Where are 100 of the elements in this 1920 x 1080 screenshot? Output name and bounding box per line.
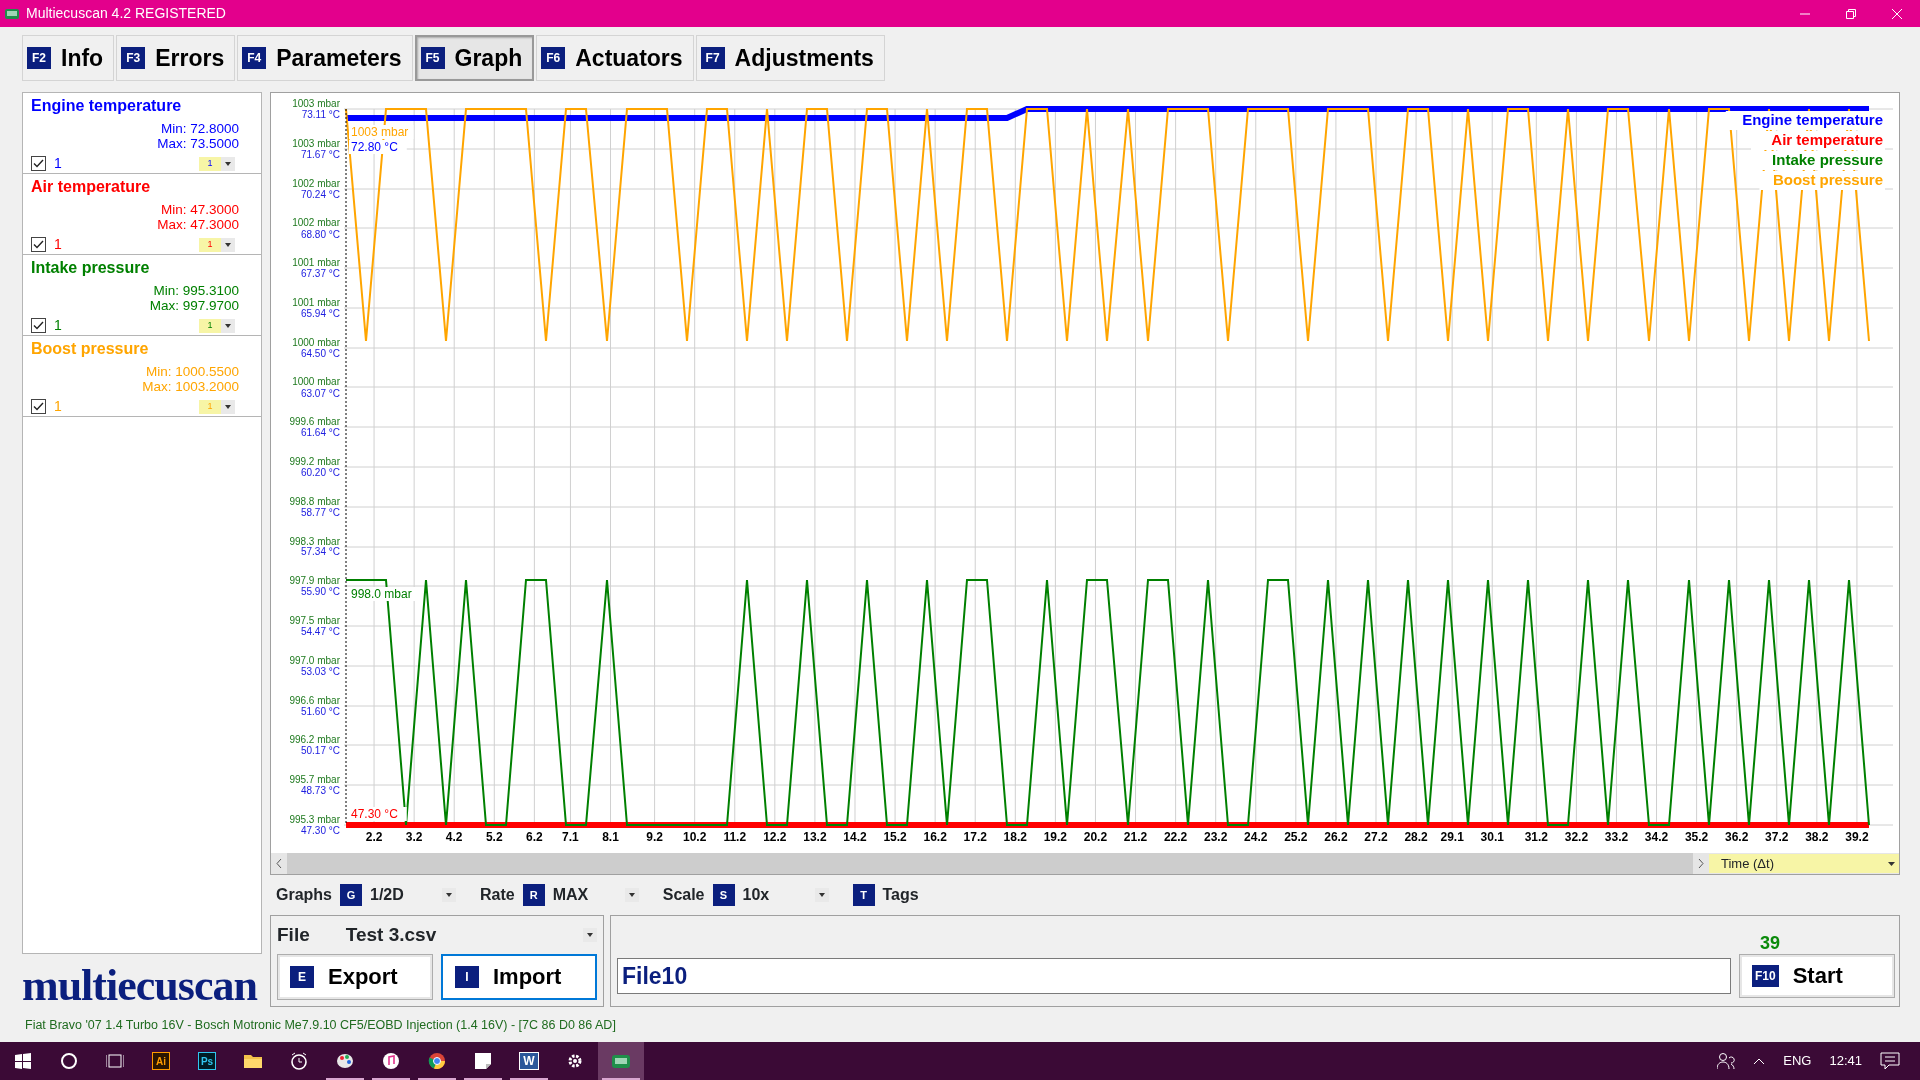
axis-label: 30.1: [1480, 830, 1504, 844]
axis-label: 47.30 °C: [300, 825, 340, 836]
legend-item: Air temperature: [1771, 131, 1883, 148]
channel-name: Air temperature: [31, 178, 152, 196]
clock-time[interactable]: 12:41: [1829, 1051, 1862, 1071]
axis-label: 9.2: [646, 830, 663, 844]
axis-label: 997.9 mbar: [289, 575, 340, 586]
axis-label: 10.2: [683, 830, 707, 844]
value-label: 998.0 mbar: [351, 587, 412, 601]
counter: 39: [1759, 933, 1780, 954]
axis-label: 55.90 °C: [300, 586, 340, 597]
app-icon[interactable]: Ai: [152, 1052, 170, 1070]
axis-label: 71.67 °C: [300, 149, 340, 160]
channel-label: 1: [54, 154, 62, 173]
axis-label: 26.2: [1324, 830, 1348, 844]
axis-label: 29.1: [1440, 830, 1464, 844]
app-icon[interactable]: W: [519, 1052, 539, 1070]
max-value: Max: 1003.2000: [141, 379, 239, 394]
x-axis-title: Time (Δt): [1721, 854, 1774, 873]
axis-label: 14.2: [843, 830, 867, 844]
tab[interactable]: F6 Actuators: [536, 35, 694, 81]
axis-label: 1000 mbar: [292, 337, 340, 348]
axis-label: 32.2: [1564, 830, 1589, 844]
axis-label: 6.2: [526, 830, 543, 844]
tab[interactable]: F5 Graph: [414, 35, 535, 81]
axis-label: 996.6 mbar: [289, 695, 340, 706]
control-value[interactable]: 1/2D: [370, 886, 434, 904]
axis-label: 60.20 °C: [300, 467, 340, 478]
axis-label: 54.47 °C: [300, 626, 340, 637]
tab[interactable]: F7 Adjustments: [695, 35, 885, 81]
language-indicator[interactable]: ENG: [1783, 1051, 1812, 1071]
axis-label: 58.77 °C: [300, 507, 340, 518]
value-label: 72.80 °C: [351, 140, 398, 154]
axis-label: 19.2: [1043, 830, 1068, 844]
start-button[interactable]: F10 Start: [1739, 954, 1895, 998]
axis-label: 31.2: [1524, 830, 1548, 844]
file-dropdown[interactable]: Test 3.csv: [345, 924, 597, 946]
axis-label: 16.2: [923, 830, 947, 844]
control-label: Rate: [480, 886, 515, 904]
axis-label: 999.2 mbar: [289, 456, 340, 467]
app-icon[interactable]: Ps: [198, 1052, 216, 1070]
control-value[interactable]: 10x: [742, 886, 807, 904]
scale-dropdown[interactable]: 1: [199, 237, 221, 252]
axis-label: 4.2: [445, 830, 463, 844]
scale-dropdown[interactable]: 1: [199, 318, 221, 333]
tab[interactable]: F4 Parameters: [237, 35, 413, 81]
control-value[interactable]: MAX: [552, 886, 617, 904]
action-button[interactable]: I Import: [441, 954, 597, 1000]
axis-label: 64.50 °C: [300, 348, 340, 359]
axis-label: 998.8 mbar: [289, 496, 340, 507]
axis-label: 68.80 °C: [300, 229, 340, 240]
channel-name: Engine temperature: [31, 97, 183, 115]
axis-label: 20.2: [1083, 830, 1108, 844]
axis-label: 3.2: [405, 830, 423, 844]
filename-field[interactable]: File10: [617, 958, 1731, 994]
logo: multiecuscan: [22, 964, 259, 1008]
axis-label: 22.2: [1163, 830, 1188, 844]
min-value: Min: 995.3100: [152, 283, 239, 298]
axis-label: 5.2: [485, 830, 503, 844]
axis-label: 1003 mbar: [292, 98, 340, 109]
tab[interactable]: F3 Errors: [116, 35, 236, 81]
axis-label: 998.3 mbar: [289, 536, 340, 547]
file-label: File: [277, 924, 310, 946]
axis-label: 70.24 °C: [300, 189, 340, 200]
axis-label: 50.17 °C: [300, 745, 340, 756]
axis-label: 1001 mbar: [292, 297, 340, 308]
channel-label: 1: [54, 316, 62, 335]
axis-label: 38.2: [1805, 830, 1829, 844]
axis-label: 1003 mbar: [292, 138, 340, 149]
axis-label: 33.2: [1604, 830, 1629, 844]
control-label: Graphs: [276, 886, 332, 904]
window-title: Multiecuscan 4.2 REGISTERED: [26, 4, 227, 23]
axis-label: 11.2: [723, 830, 747, 844]
axis-label: 995.7 mbar: [289, 774, 340, 785]
min-value: Min: 1000.5500: [144, 364, 239, 379]
value-label: 1003 mbar: [351, 125, 409, 139]
axis-label: 2.2: [365, 830, 383, 844]
tab[interactable]: F2 Info: [22, 35, 115, 81]
legend-item: Boost pressure: [1772, 171, 1883, 188]
axis-label: 61.64 °C: [300, 427, 340, 438]
channel-name: Intake pressure: [31, 259, 151, 277]
max-value: Max: 997.9700: [148, 298, 239, 313]
channel-name: Boost pressure: [31, 340, 150, 358]
axis-label: 999.6 mbar: [289, 416, 340, 427]
axis-label: 36.2: [1725, 830, 1749, 844]
status-text: Fiat Bravo '07 1.4 Turbo 16V - Bosch Motronic Me7.9.10 CF5/EOBD Injection (1.4 16V) - [7C 86 D0 86 AD]: [25, 1016, 616, 1034]
axis-label: 25.2: [1284, 830, 1308, 844]
axis-label: 53.03 °C: [300, 666, 340, 677]
axis-label: 21.2: [1123, 830, 1148, 844]
key-badge: S: [712, 884, 735, 906]
channel-label: 1: [54, 235, 62, 254]
scale-dropdown[interactable]: 1: [199, 156, 221, 171]
time-axis-dropdown[interactable]: Time (Δt): [1709, 854, 1899, 873]
axis-label: 34.2: [1644, 830, 1669, 844]
axis-label: 997.5 mbar: [289, 615, 340, 626]
axis-label: 24.2: [1244, 830, 1268, 844]
action-button[interactable]: E Export: [277, 954, 433, 1000]
max-value: Max: 73.5000: [156, 136, 239, 151]
key-badge[interactable]: T: [852, 884, 875, 906]
control-label[interactable]: Tags: [882, 886, 919, 904]
